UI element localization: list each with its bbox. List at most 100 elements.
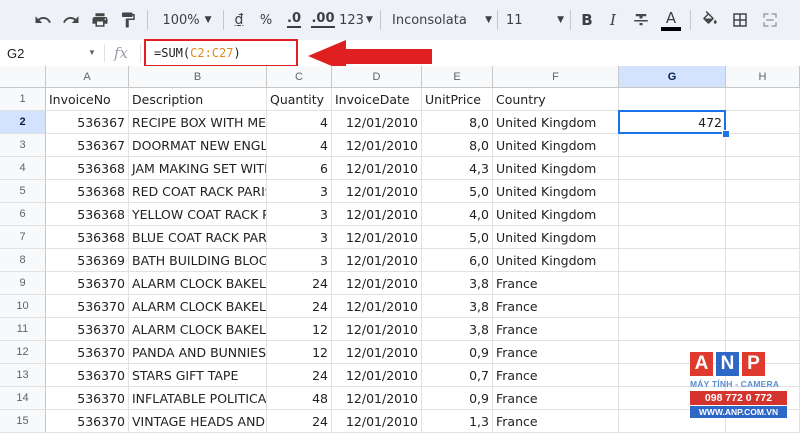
cell-e6[interactable]: 4,0 — [422, 203, 493, 226]
cell-d9[interactable]: 12/01/2010 — [332, 272, 422, 295]
select-all-corner[interactable] — [0, 66, 46, 88]
cell-c9[interactable]: 24 — [267, 272, 332, 295]
cell-e8[interactable]: 6,0 — [422, 249, 493, 272]
cell-h1[interactable] — [726, 88, 800, 111]
cell-h5[interactable] — [726, 180, 800, 203]
cell-d4[interactable]: 12/01/2010 — [332, 157, 422, 180]
row-header-6[interactable]: 6 — [0, 203, 46, 226]
row-header-4[interactable]: 4 — [0, 157, 46, 180]
cell-e12[interactable]: 0,9 — [422, 341, 493, 364]
cell-h8[interactable] — [726, 249, 800, 272]
cell-d1[interactable]: InvoiceDate — [332, 88, 422, 111]
borders-icon[interactable] — [728, 0, 752, 40]
cell-d15[interactable]: 12/01/2010 — [332, 410, 422, 433]
cell-a14[interactable]: 536370 — [46, 387, 129, 410]
cell-e7[interactable]: 5,0 — [422, 226, 493, 249]
column-header-b[interactable]: B — [129, 66, 267, 88]
cell-a13[interactable]: 536370 — [46, 364, 129, 387]
cell-g5[interactable] — [619, 180, 726, 203]
cell-a5[interactable]: 536368 — [46, 180, 129, 203]
paint-format-icon[interactable] — [116, 0, 140, 40]
cell-e10[interactable]: 3,8 — [422, 295, 493, 318]
cell-f7[interactable]: United Kingdom — [493, 226, 619, 249]
cell-a2[interactable]: 536367 — [46, 111, 129, 134]
cell-f9[interactable]: France — [493, 272, 619, 295]
cell-c6[interactable]: 3 — [267, 203, 332, 226]
column-header-f[interactable]: F — [493, 66, 619, 88]
cell-f8[interactable]: United Kingdom — [493, 249, 619, 272]
row-header-13[interactable]: 13 — [0, 364, 46, 387]
cell-a8[interactable]: 536369 — [46, 249, 129, 272]
cell-c8[interactable]: 3 — [267, 249, 332, 272]
cell-a9[interactable]: 536370 — [46, 272, 129, 295]
cell-d14[interactable]: 12/01/2010 — [332, 387, 422, 410]
cell-h3[interactable] — [726, 134, 800, 157]
cell-g1[interactable] — [619, 88, 726, 111]
font-size-select[interactable]: 11 ▼ — [506, 0, 564, 40]
cell-d3[interactable]: 12/01/2010 — [332, 134, 422, 157]
column-header-a[interactable]: A — [46, 66, 129, 88]
print-icon[interactable] — [88, 0, 112, 40]
cell-c15[interactable]: 24 — [267, 410, 332, 433]
cell-e2[interactable]: 8,0 — [422, 111, 493, 134]
cell-c12[interactable]: 12 — [267, 341, 332, 364]
cell-d8[interactable]: 12/01/2010 — [332, 249, 422, 272]
cell-b6[interactable]: YELLOW COAT RACK PARIS FASHION — [129, 203, 267, 226]
cell-b14[interactable]: INFLATABLE POLITICAL GLOBE — [129, 387, 267, 410]
cell-h10[interactable] — [726, 295, 800, 318]
cell-c3[interactable]: 4 — [267, 134, 332, 157]
cell-g11[interactable] — [619, 318, 726, 341]
cell-d12[interactable]: 12/01/2010 — [332, 341, 422, 364]
cell-d11[interactable]: 12/01/2010 — [332, 318, 422, 341]
cell-b1[interactable]: Description — [129, 88, 267, 111]
name-box[interactable]: G2 ▼ — [0, 40, 104, 66]
cell-f14[interactable]: France — [493, 387, 619, 410]
merge-cells-icon[interactable] — [758, 0, 782, 40]
zoom-select[interactable]: 100% ▼ — [158, 0, 216, 40]
row-header-9[interactable]: 9 — [0, 272, 46, 295]
more-formats-button[interactable]: 123 ▼ — [339, 0, 373, 40]
row-header-8[interactable]: 8 — [0, 249, 46, 272]
cell-d7[interactable]: 12/01/2010 — [332, 226, 422, 249]
cell-f12[interactable]: France — [493, 341, 619, 364]
cell-f15[interactable]: France — [493, 410, 619, 433]
cell-f1[interactable]: Country — [493, 88, 619, 111]
cell-b9[interactable]: ALARM CLOCK BAKELIKE PINK — [129, 272, 267, 295]
cell-d6[interactable]: 12/01/2010 — [332, 203, 422, 226]
row-header-14[interactable]: 14 — [0, 387, 46, 410]
row-header-10[interactable]: 10 — [0, 295, 46, 318]
redo-icon[interactable] — [60, 0, 82, 40]
decrease-decimal-button[interactable]: .0 — [282, 0, 306, 40]
row-header-12[interactable]: 12 — [0, 341, 46, 364]
cell-e15[interactable]: 1,3 — [422, 410, 493, 433]
cell-h4[interactable] — [726, 157, 800, 180]
cell-g9[interactable] — [619, 272, 726, 295]
cell-f4[interactable]: United Kingdom — [493, 157, 619, 180]
cell-a11[interactable]: 536370 — [46, 318, 129, 341]
row-header-5[interactable]: 5 — [0, 180, 46, 203]
cell-b13[interactable]: STARS GIFT TAPE — [129, 364, 267, 387]
text-color-button[interactable]: A — [658, 0, 684, 40]
currency-format-button[interactable]: ₫ — [228, 0, 250, 40]
cell-c13[interactable]: 24 — [267, 364, 332, 387]
strikethrough-icon[interactable] — [630, 0, 652, 40]
cell-b3[interactable]: DOORMAT NEW ENGLAND — [129, 134, 267, 157]
column-header-e[interactable]: E — [422, 66, 493, 88]
cell-e11[interactable]: 3,8 — [422, 318, 493, 341]
cell-f10[interactable]: France — [493, 295, 619, 318]
cell-c5[interactable]: 3 — [267, 180, 332, 203]
cell-b8[interactable]: BATH BUILDING BLOCK WORD — [129, 249, 267, 272]
column-header-c[interactable]: C — [267, 66, 332, 88]
cell-e1[interactable]: UnitPrice — [422, 88, 493, 111]
percent-format-button[interactable]: % — [256, 0, 276, 40]
cell-c1[interactable]: Quantity — [267, 88, 332, 111]
cell-a10[interactable]: 536370 — [46, 295, 129, 318]
cell-c7[interactable]: 3 — [267, 226, 332, 249]
bold-button[interactable]: B — [578, 0, 596, 40]
increase-decimal-button[interactable]: .00 — [310, 0, 336, 40]
cell-h2[interactable] — [726, 111, 800, 134]
cell-c10[interactable]: 24 — [267, 295, 332, 318]
row-header-7[interactable]: 7 — [0, 226, 46, 249]
row-header-2[interactable]: 2 — [0, 111, 46, 134]
cell-h9[interactable] — [726, 272, 800, 295]
